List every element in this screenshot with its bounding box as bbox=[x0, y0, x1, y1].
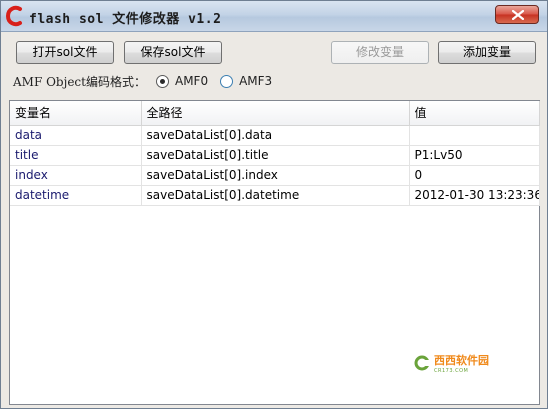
cell-path: saveDataList[0].title bbox=[141, 145, 410, 166]
cell-value: 0 bbox=[409, 165, 540, 186]
close-icon bbox=[512, 10, 524, 20]
table-row[interactable]: index saveDataList[0].index 0 bbox=[10, 165, 540, 186]
cell-name: index bbox=[10, 165, 142, 186]
amf0-radio-label[interactable]: AMF0 bbox=[175, 74, 208, 88]
watermark-url: CR173.COM bbox=[434, 368, 469, 374]
cell-value bbox=[409, 125, 540, 146]
cell-path: saveDataList[0].datetime bbox=[141, 185, 410, 206]
table-header-row: 变量名 全路径 值 bbox=[10, 101, 540, 126]
cell-value: P1:Lv50 bbox=[409, 145, 540, 166]
column-header-path[interactable]: 全路径 bbox=[141, 101, 410, 126]
watermark-brand: 西西软件园 bbox=[434, 354, 489, 367]
amf0-radio[interactable] bbox=[155, 74, 169, 88]
table-row[interactable]: title saveDataList[0].title P1:Lv50 bbox=[10, 145, 540, 166]
watermark-logo: 西西软件园 CR173.COM bbox=[414, 352, 489, 374]
cell-name: datetime bbox=[10, 185, 142, 206]
amf3-radio-label[interactable]: AMF3 bbox=[239, 74, 272, 88]
add-variable-button[interactable]: 添加变量 bbox=[438, 41, 536, 64]
title-bar[interactable]: flash sol 文件修改器 v1.2 bbox=[1, 1, 547, 32]
column-header-name[interactable]: 变量名 bbox=[10, 101, 142, 126]
open-sol-file-button[interactable]: 打开sol文件 bbox=[16, 41, 114, 64]
watermark-icon bbox=[414, 355, 432, 371]
save-sol-file-button[interactable]: 保存sol文件 bbox=[124, 41, 222, 64]
window-title: flash sol 文件修改器 v1.2 bbox=[29, 12, 222, 27]
encoding-format-row: AMF Object编码格式： AMF0 AMF3 bbox=[13, 72, 272, 90]
cell-path: saveDataList[0].index bbox=[141, 165, 410, 186]
cell-name: data bbox=[10, 125, 142, 146]
variable-table: 变量名 全路径 值 data saveDataList[0].data titl… bbox=[10, 101, 540, 206]
modify-variable-button[interactable]: 修改变量 bbox=[331, 41, 429, 64]
app-window: flash sol 文件修改器 v1.2 打开sol文件 保存sol文件 修改变… bbox=[0, 0, 548, 409]
table-row[interactable]: data saveDataList[0].data bbox=[10, 125, 540, 146]
app-logo-icon bbox=[6, 5, 22, 27]
encoding-format-label: AMF Object编码格式： bbox=[13, 74, 146, 89]
amf3-radio[interactable] bbox=[220, 74, 234, 88]
column-header-value[interactable]: 值 bbox=[409, 101, 540, 126]
cell-value: 2012-01-30 13:23:36 bbox=[409, 185, 540, 206]
cell-name: title bbox=[10, 145, 142, 166]
close-button[interactable] bbox=[495, 5, 539, 24]
table-row[interactable]: datetime saveDataList[0].datetime 2012-0… bbox=[10, 185, 540, 206]
cell-path: saveDataList[0].data bbox=[141, 125, 410, 146]
